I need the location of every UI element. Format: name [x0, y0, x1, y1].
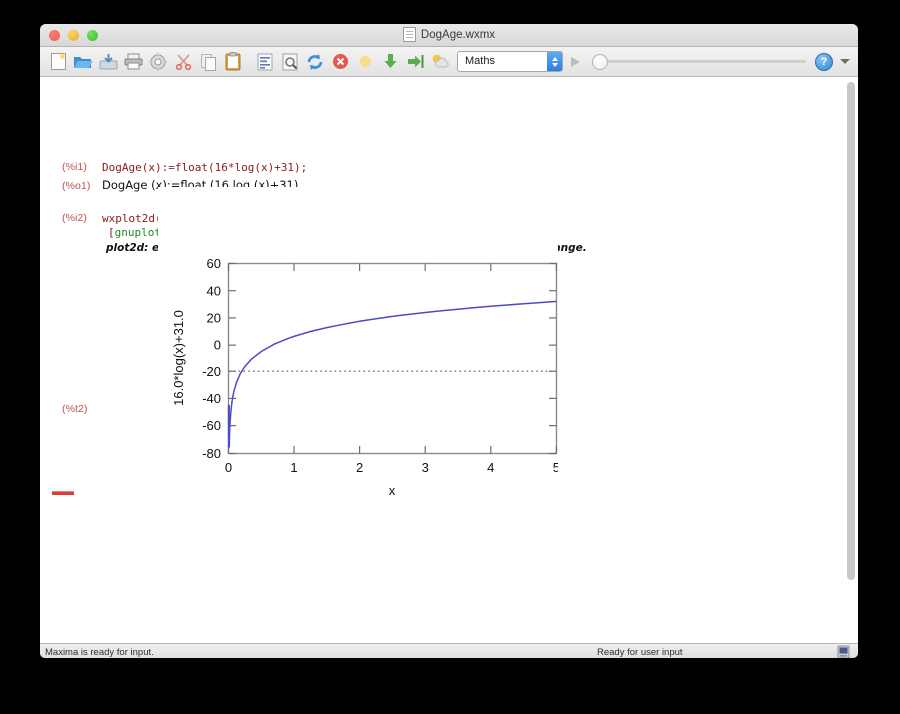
cell-label-t2: (%t2)	[62, 403, 88, 415]
cell-type-value: Maths	[465, 55, 495, 67]
paste-button[interactable]	[221, 50, 245, 74]
open-file-button[interactable]	[71, 50, 95, 74]
plot2d-svg: 60 40 20 0 -20 -40 -60 -80 0 1 2 3 4 5 x…	[158, 187, 558, 562]
toolbar: Maths ?	[40, 47, 858, 77]
slider-knob[interactable]	[592, 53, 608, 70]
stepper-icon[interactable]	[547, 52, 562, 71]
maxima-status-icon	[837, 645, 850, 658]
preferences-button[interactable]	[146, 50, 170, 74]
help-icon[interactable]: ?	[815, 52, 833, 71]
y-tick-20: 20	[207, 311, 221, 326]
x-tick-3: 3	[422, 460, 429, 475]
green-down-arrow-icon	[384, 54, 396, 68]
scrollbar-thumb[interactable]	[847, 82, 855, 580]
status-left-text: Maxima is ready for input.	[45, 647, 154, 658]
worksheet[interactable]: (%i1) DogAge(x):=float(16*log(x)+31); (%…	[40, 77, 858, 643]
y-tick-40: 40	[207, 284, 221, 299]
input-cell-1-code[interactable]: DogAge(x):=float(16*log(x)+31);	[102, 161, 307, 174]
x-tick-0: 0	[225, 460, 232, 475]
printer-icon	[124, 53, 142, 70]
document-icon	[402, 27, 416, 42]
green-right-arrow-icon	[407, 55, 423, 68]
save-disk-icon	[99, 54, 117, 70]
evaluate-cell-button[interactable]	[353, 50, 377, 74]
select-all-button[interactable]	[253, 50, 277, 74]
window-title: DogAge.wxmx	[40, 27, 858, 42]
y-tick-m80: -80	[202, 446, 221, 461]
plot-output-image[interactable]: 60 40 20 0 -20 -40 -60 -80 0 1 2 3 4 5 x…	[158, 187, 558, 562]
status-bar: Maxima is ready for input. Ready for use…	[40, 643, 858, 658]
find-button[interactable]	[278, 50, 302, 74]
vertical-scrollbar[interactable]	[847, 82, 855, 622]
restart-maxima-button[interactable]	[303, 50, 327, 74]
clipboard-icon	[225, 52, 241, 71]
interrupt-button[interactable]	[328, 50, 352, 74]
status-middle-text: Ready for user input	[597, 647, 683, 658]
gear-icon	[149, 52, 167, 71]
new-document-button[interactable]	[46, 50, 70, 74]
cut-button[interactable]	[171, 50, 195, 74]
toolbar-right-group: ?	[815, 52, 852, 71]
zoom-slider[interactable]	[592, 53, 806, 70]
x-tick-5: 5	[553, 460, 558, 475]
y-tick-60: 60	[207, 256, 221, 271]
window-title-text: DogAge.wxmx	[420, 28, 496, 41]
y-axis-label: 16.0*log(x)+31.0	[171, 310, 186, 406]
chevron-down-icon[interactable]	[840, 59, 850, 64]
magnifier-page-icon	[282, 53, 297, 70]
stop-x-icon	[332, 54, 348, 69]
x-tick-1: 1	[290, 460, 297, 475]
scissors-icon	[175, 54, 191, 70]
y-tick-m40: -40	[202, 391, 221, 406]
x-axis-label: x	[389, 483, 396, 498]
slider-track	[598, 60, 806, 63]
save-file-button[interactable]	[96, 50, 120, 74]
active-cell-prompt[interactable]	[52, 491, 74, 495]
sun-cloud-icon	[432, 54, 449, 68]
copy-button[interactable]	[196, 50, 220, 74]
print-button[interactable]	[121, 50, 145, 74]
select-all-icon	[257, 53, 273, 70]
screen: DogAge.wxmx Maths ? (%i1) DogAge(x):=flo…	[0, 0, 900, 714]
wxmaxima-window: DogAge.wxmx Maths ? (%i1) DogAge(x):=flo…	[40, 24, 858, 658]
y-tick-m20: -20	[202, 364, 221, 379]
folder-open-icon	[74, 57, 93, 68]
copy-pages-icon	[200, 53, 216, 71]
new-document-icon	[50, 53, 66, 70]
x-tick-4: 4	[487, 460, 494, 475]
y-tick-m60: -60	[202, 418, 221, 433]
insert-plot-button[interactable]	[428, 50, 452, 74]
x-tick-2: 2	[356, 460, 363, 475]
evaluate-to-here-button[interactable]	[403, 50, 427, 74]
play-icon[interactable]	[571, 56, 580, 67]
yellow-dot-icon	[359, 56, 371, 67]
cell-type-select[interactable]: Maths	[457, 51, 563, 72]
title-bar[interactable]: DogAge.wxmx	[40, 24, 858, 47]
evaluate-all-button[interactable]	[378, 50, 402, 74]
refresh-arrows-icon	[307, 53, 323, 70]
bracket-open: [	[108, 226, 115, 239]
y-tick-0: 0	[214, 338, 221, 353]
